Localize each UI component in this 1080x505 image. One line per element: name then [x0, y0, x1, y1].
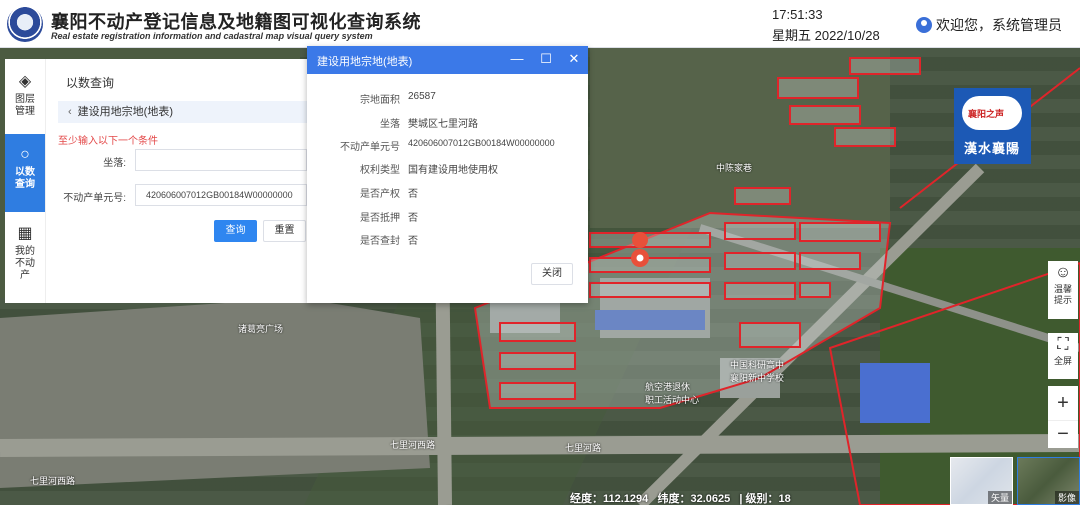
query-panel-title: 以数查询 — [66, 76, 115, 90]
info-row: 坐落 樊城区七里河路 — [307, 115, 588, 131]
location-label: 坐落: — [103, 158, 126, 169]
reset-button[interactable]: 重置 — [263, 220, 306, 242]
emblem-logo — [7, 6, 43, 42]
map-label-school: 中国科研高中 襄阳新中学校 — [730, 360, 785, 383]
location-input[interactable] — [135, 149, 307, 171]
xiangyang-voice-logo[interactable]: 襄阳之声 漢水襄陽 — [954, 88, 1031, 164]
info-value: 26587 — [408, 91, 436, 102]
basemap-image[interactable]: 影像 — [1017, 457, 1080, 505]
lng-value: 112.1294 — [603, 493, 649, 505]
layers-icon: ◈ — [18, 73, 32, 90]
zoom-in-button[interactable]: + — [1048, 386, 1078, 420]
info-value: 420606007012GB00184W00000000 — [408, 138, 555, 148]
query-hint: 至少输入以下一个条件 — [58, 136, 158, 147]
search-icon: ○ — [20, 146, 30, 163]
breadcrumb-label: 建设用地宗地(地表) — [77, 106, 173, 118]
info-row: 是否产权 否 — [307, 185, 588, 201]
close-icon[interactable]: ✕ — [565, 50, 583, 68]
user-menu[interactable]: 欢迎您，系统管理员 — [916, 15, 1062, 35]
smiley-icon: ☺ — [1054, 264, 1072, 281]
unit-number-label: 不动产单元号: — [63, 193, 126, 204]
level-value: 18 — [778, 493, 791, 505]
dialog-close-button[interactable]: 关闭 — [531, 263, 573, 285]
map-label-road-west: 七里河西路 — [30, 476, 76, 486]
dialog-header[interactable]: 建设用地宗地(地表) — ☐ ✕ — [307, 46, 588, 74]
map-label-square: 诸葛亮广场 — [238, 324, 284, 334]
search-button[interactable]: 查询 — [214, 220, 257, 242]
info-row: 宗地面积 26587 — [307, 91, 588, 107]
basemap-vector-label: 矢量 — [987, 491, 1012, 504]
map-label-park: 航空港退休 职工活动中心 — [645, 382, 700, 405]
app-header: 襄阳不动产登记信息及地籍图可视化查询系统 Real estate registr… — [0, 0, 1080, 48]
clock-date: 星期五 2022/10/28 — [772, 28, 880, 43]
info-key: 不动产单元号 — [340, 142, 400, 153]
fullscreen-icon: ⛶ — [1057, 336, 1069, 353]
query-panel: 以数查询 ‹ 建设用地宗地(地表) 至少输入以下一个条件 坐落: 不动产单元号: … — [45, 59, 308, 303]
chevron-left-icon: ‹ — [68, 106, 72, 118]
info-row: 是否查封 否 — [307, 232, 588, 248]
banner-line2: 漢水襄陽 — [964, 141, 1021, 156]
basemap-vector[interactable]: 矢量 — [950, 457, 1013, 505]
nav-label-property: 我的不动产 — [15, 246, 35, 281]
welcome-text: 欢迎您，系统管理员 — [936, 17, 1062, 33]
level-label: 级别： — [745, 493, 779, 505]
lat-value: 32.0625 — [690, 493, 731, 505]
nav-layer-management[interactable]: ◈ 图层管理 — [5, 69, 45, 129]
nav-label-layers: 图层管理 — [15, 94, 35, 117]
maximize-icon[interactable]: ☐ — [537, 50, 555, 68]
info-key: 是否查封 — [360, 236, 400, 247]
lat-label: 纬度： — [657, 493, 691, 505]
dialog-title: 建设用地宗地(地表) — [317, 56, 413, 68]
banner-line1: 襄阳之声 — [968, 109, 1005, 119]
info-key: 是否产权 — [360, 189, 400, 200]
unit-number-input[interactable]: 420606007012GB00184W00000000 — [135, 184, 307, 206]
info-row: 权利类型 国有建设用地使用权 — [307, 161, 588, 177]
app-subtitle: Real estate registration information and… — [51, 31, 373, 41]
nav-label-query: 以数查询 — [15, 167, 35, 190]
parcel-info-dialog: 建设用地宗地(地表) — ☐ ✕ 宗地面积 26587 坐落 樊城区七里河路 不… — [307, 46, 588, 303]
building-icon: ▦ — [17, 225, 33, 242]
map-label-market: 中陈家巷 — [716, 163, 753, 173]
clock-time: 17:51:33 — [772, 7, 823, 22]
nav-my-property[interactable]: ▦ 我的不动产 — [5, 221, 45, 291]
map-label-road-east: 七里河路 — [565, 443, 602, 453]
info-key: 是否抵押 — [360, 213, 400, 224]
lng-label: 经度： — [570, 493, 603, 505]
coordinate-status: 经度：112.1294 纬度：32.0625 | 级别：18 — [570, 493, 791, 505]
map-label-road-center: 七里河西路 — [390, 440, 436, 450]
tip-button[interactable]: ☺ 温馨提示 — [1048, 261, 1078, 319]
tip-label: 温馨提示 — [1053, 284, 1072, 305]
zoom-out-button[interactable]: − — [1048, 420, 1078, 448]
nav-query-by-number[interactable]: ○ 以数查询 — [5, 134, 45, 212]
info-value: 国有建设用地使用权 — [408, 165, 498, 176]
info-value: 否 — [408, 213, 418, 224]
info-value: 否 — [408, 189, 418, 200]
info-row: 不动产单元号 420606007012GB00184W00000000 — [307, 138, 588, 154]
query-breadcrumb[interactable]: ‹ 建设用地宗地(地表) — [58, 101, 308, 123]
info-key: 坐落 — [380, 119, 400, 130]
user-icon — [916, 17, 932, 33]
minimize-icon[interactable]: — — [508, 50, 526, 68]
basemap-image-label: 影像 — [1054, 491, 1079, 504]
info-key: 权利类型 — [360, 165, 400, 176]
info-key: 宗地面积 — [360, 95, 400, 106]
side-nav: ◈ 图层管理 ○ 以数查询 ▦ 我的不动产 — [5, 59, 45, 303]
info-value: 否 — [408, 236, 418, 247]
info-value: 樊城区七里河路 — [408, 119, 478, 130]
fullscreen-button[interactable]: ⛶ 全屏 — [1048, 333, 1078, 379]
info-row: 是否抵押 否 — [307, 209, 588, 225]
fullscreen-label: 全屏 — [1053, 356, 1072, 366]
